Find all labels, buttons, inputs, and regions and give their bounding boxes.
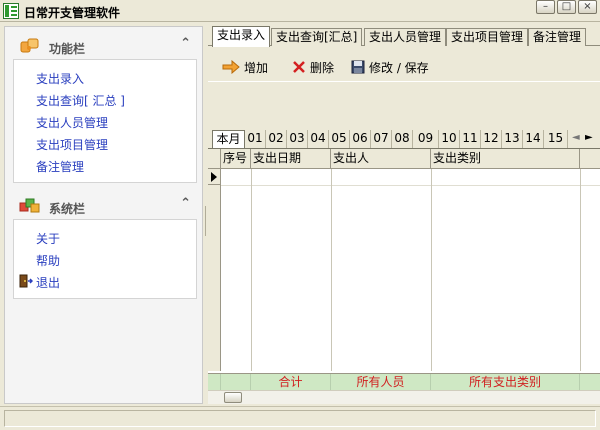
tab-personnel[interactable]: 支出人员管理	[364, 28, 447, 46]
sidebar-item-expense-query[interactable]: 支出查询[ 汇总 ]	[36, 92, 125, 109]
tab-month-09[interactable]: 09	[413, 130, 439, 148]
current-row-indicator	[208, 169, 221, 185]
save-disk-icon	[351, 60, 365, 74]
col-header-category[interactable]: 支出类别	[431, 149, 580, 169]
sidebar-item-help[interactable]: 帮助	[36, 252, 60, 269]
system-group-body: 关于 帮助 退出	[13, 219, 197, 299]
tab-month-03[interactable]: 03	[287, 130, 308, 148]
sidebar-item-notes[interactable]: 备注管理	[36, 158, 84, 175]
grid-summary-row: 合计 所有人员 所有支出类别	[208, 373, 600, 390]
status-panel	[4, 410, 596, 427]
app-logo-icon	[3, 3, 19, 19]
col-header-seq[interactable]: 序号	[221, 149, 251, 169]
window-title: 日常开支管理软件	[24, 6, 121, 20]
tab-month-04[interactable]: 04	[308, 130, 329, 148]
col-header-next[interactable]	[580, 149, 600, 169]
expense-grid: 序号 支出日期 支出人 支出类别 合计 所有人员 所有支出类别	[208, 148, 600, 390]
sidebar-item-about[interactable]: 关于	[36, 230, 60, 247]
main-panel: 支出录入 支出查询[汇总] 支出人员管理 支出项目管理 备注管理 增加 删除 修…	[208, 26, 600, 404]
sidebar-item-items[interactable]: 支出项目管理	[36, 136, 108, 153]
summary-total: 合计	[251, 374, 331, 390]
exit-door-icon	[19, 274, 33, 288]
tab-month-10[interactable]: 10	[439, 130, 460, 148]
tab-month-12[interactable]: 12	[481, 130, 502, 148]
window-controls: – □ ×	[536, 0, 597, 16]
tab-month-05[interactable]: 05	[329, 130, 350, 148]
summary-all-people: 所有人员	[331, 374, 431, 390]
add-button-label: 增加	[244, 60, 269, 75]
blocks-icon	[19, 198, 40, 213]
chevron-up-icon[interactable]: ⌃	[180, 36, 191, 51]
delete-button-label: 删除	[310, 60, 335, 75]
add-button[interactable]: 增加	[222, 58, 268, 76]
month-next-icon[interactable]: ►	[585, 132, 593, 143]
function-group-title: 功能栏	[49, 42, 86, 56]
tab-month-07[interactable]: 07	[371, 130, 392, 148]
function-group-header[interactable]: 功能栏 ⌃	[13, 33, 197, 59]
puzzle-icon	[20, 38, 39, 53]
tab-notes[interactable]: 备注管理	[528, 28, 587, 46]
month-prev-icon[interactable]: ◄	[572, 132, 580, 143]
tab-expense-query[interactable]: 支出查询[汇总]	[271, 28, 363, 46]
sidebar: 功能栏 ⌃ 支出录入 支出查询[ 汇总 ] 支出人员管理 支出项目管理 备注管理…	[4, 26, 203, 404]
maximize-icon: □	[561, 1, 572, 12]
system-group-header[interactable]: 系统栏 ⌃	[13, 193, 197, 219]
tab-month-08[interactable]: 08	[392, 130, 413, 148]
sidebar-item-personnel[interactable]: 支出人员管理	[36, 114, 108, 131]
status-bar	[0, 406, 600, 430]
minimize-icon: –	[543, 1, 548, 12]
tab-month-02[interactable]: 02	[266, 130, 287, 148]
save-button-label: 修改 / 保存	[369, 60, 429, 75]
row-pointer-icon	[211, 172, 217, 182]
save-button[interactable]: 修改 / 保存	[351, 58, 429, 76]
chevron-up-icon[interactable]: ⌃	[180, 196, 191, 211]
grid-header: 序号 支出日期 支出人 支出类别	[208, 149, 600, 169]
arrow-right-icon	[222, 60, 240, 74]
tab-month-15[interactable]: 15	[544, 130, 568, 148]
tab-month-01[interactable]: 01	[245, 130, 266, 148]
tab-month-11[interactable]: 11	[460, 130, 481, 148]
tab-expense-entry[interactable]: 支出录入	[212, 26, 271, 47]
tab-month-current[interactable]: 本月	[212, 130, 245, 148]
tab-month-14[interactable]: 14	[523, 130, 544, 148]
col-header-date[interactable]: 支出日期	[251, 149, 331, 169]
sidebar-item-exit[interactable]: 退出	[36, 274, 60, 291]
sidebar-item-expense-entry[interactable]: 支出录入	[36, 70, 84, 87]
maximize-button[interactable]: □	[557, 0, 576, 14]
summary-all-categories: 所有支出类别	[431, 374, 580, 390]
tab-items[interactable]: 支出项目管理	[446, 28, 529, 46]
tab-month-06[interactable]: 06	[350, 130, 371, 148]
title-bar: 日常开支管理软件 – □ ×	[0, 0, 600, 22]
scrollbar-thumb[interactable]	[224, 392, 242, 403]
col-header-person[interactable]: 支出人	[331, 149, 431, 169]
delete-button[interactable]: 删除	[292, 58, 334, 76]
toolbar: 增加 删除 修改 / 保存	[208, 50, 600, 82]
delete-x-icon	[293, 61, 305, 73]
horizontal-scrollbar[interactable]	[208, 390, 600, 404]
function-group-body: 支出录入 支出查询[ 汇总 ] 支出人员管理 支出项目管理 备注管理	[13, 59, 197, 183]
close-button[interactable]: ×	[578, 0, 597, 14]
grid-corner	[208, 149, 221, 169]
tab-month-13[interactable]: 13	[502, 130, 523, 148]
system-group-title: 系统栏	[49, 202, 86, 216]
month-tab-strip: 本月 01 02 03 04 05 06 07 08 09 10 11 12 1…	[208, 130, 600, 148]
minimize-button[interactable]: –	[536, 0, 555, 14]
close-icon: ×	[583, 1, 592, 12]
main-tab-strip: 支出录入 支出查询[汇总] 支出人员管理 支出项目管理 备注管理	[208, 26, 600, 47]
